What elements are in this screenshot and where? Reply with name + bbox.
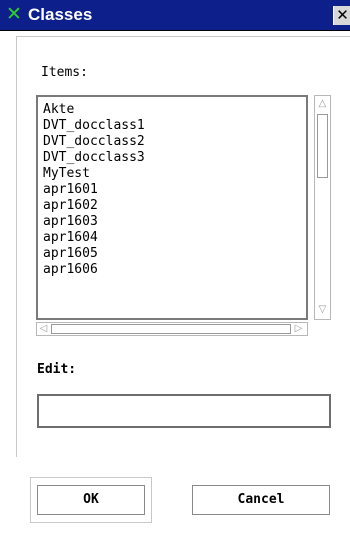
scroll-up-arrow-icon[interactable]: △ bbox=[317, 98, 328, 109]
list-item[interactable]: apr1606 bbox=[43, 262, 98, 278]
window-title: Classes bbox=[28, 5, 93, 24]
list-item[interactable]: apr1602 bbox=[43, 198, 98, 214]
vertical-scrollbar[interactable]: △ ▽ bbox=[314, 95, 331, 320]
list-item[interactable]: MyTest bbox=[43, 166, 90, 182]
list-item[interactable]: DVT_docclass1 bbox=[43, 118, 145, 134]
cancel-button[interactable]: Cancel bbox=[192, 485, 330, 515]
list-item[interactable]: DVT_docclass3 bbox=[43, 150, 145, 166]
edit-label: Edit: bbox=[37, 362, 77, 377]
items-label: Items: bbox=[41, 65, 88, 80]
title-bar[interactable]: ✕ Classes ✕ bbox=[0, 0, 350, 31]
close-button[interactable]: ✕ bbox=[333, 6, 350, 25]
horizontal-scroll-thumb[interactable] bbox=[51, 324, 291, 334]
x-logo-icon: ✕ bbox=[6, 3, 22, 25]
list-item[interactable]: apr1605 bbox=[43, 246, 98, 262]
scroll-right-arrow-icon[interactable]: ▷ bbox=[293, 324, 304, 334]
horizontal-scrollbar[interactable]: ◁ ▷ bbox=[36, 322, 308, 336]
list-item[interactable]: apr1601 bbox=[43, 182, 98, 198]
items-list[interactable]: Akte DVT_docclass1 DVT_docclass2 DVT_doc… bbox=[36, 95, 308, 320]
scroll-down-arrow-icon[interactable]: ▽ bbox=[317, 304, 328, 315]
ok-button[interactable]: OK bbox=[37, 485, 145, 515]
edit-field[interactable] bbox=[37, 394, 331, 428]
vertical-scroll-thumb[interactable] bbox=[317, 114, 328, 178]
list-item[interactable]: apr1603 bbox=[43, 214, 98, 230]
scroll-left-arrow-icon[interactable]: ◁ bbox=[38, 324, 49, 334]
list-item[interactable]: apr1604 bbox=[43, 230, 98, 246]
list-item[interactable]: Akte bbox=[43, 102, 74, 118]
list-item[interactable]: DVT_docclass2 bbox=[43, 134, 145, 150]
